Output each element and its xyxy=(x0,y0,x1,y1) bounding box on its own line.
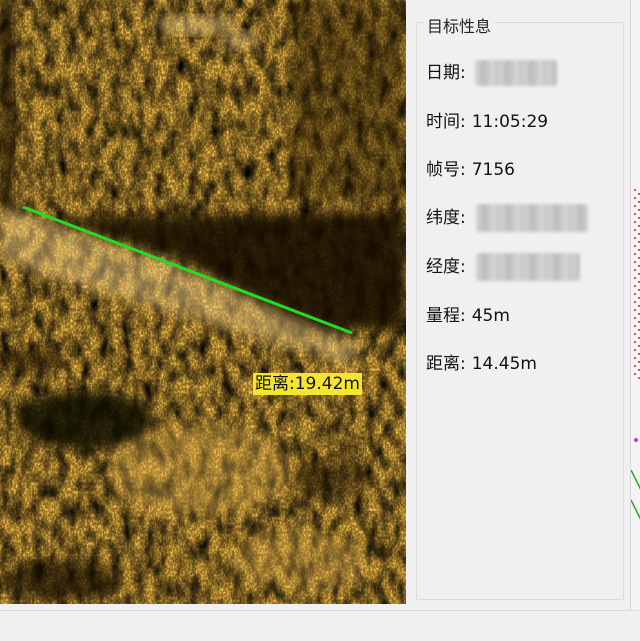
sonar-image-view[interactable]: 距离:19.42m xyxy=(0,0,406,604)
map-view-edge[interactable] xyxy=(630,0,640,610)
status-bar xyxy=(0,610,640,641)
field-longitude: 经度: xyxy=(426,255,466,279)
field-distance-value: 14.45m xyxy=(471,354,537,374)
field-time: 时间: 11:05:29 xyxy=(426,110,548,134)
field-frame-value: 7156 xyxy=(471,160,515,180)
field-date-label: 日期: xyxy=(426,63,466,83)
field-latitude: 纬度: xyxy=(426,206,466,230)
field-frame-label: 帧号: xyxy=(426,160,466,180)
field-range: 量程: 45m xyxy=(426,304,510,328)
field-latitude-label: 纬度: xyxy=(426,208,466,228)
field-distance-label: 距离: xyxy=(426,354,466,374)
target-info-title: 目标性息 xyxy=(424,13,495,37)
field-range-label: 量程: xyxy=(426,306,466,326)
field-distance: 距离: 14.45m xyxy=(426,352,537,376)
target-markers xyxy=(631,189,640,520)
field-latitude-value-redacted xyxy=(476,204,588,232)
field-longitude-label: 经度: xyxy=(426,257,466,277)
field-time-label: 时间: xyxy=(426,112,466,132)
target-info-panel: 目标性息 日期: 时间: 11:05:29 帧号: 7156 纬度: 经度: 量程:… xyxy=(410,0,630,610)
field-date-value-redacted xyxy=(475,60,557,86)
field-time-value: 11:05:29 xyxy=(471,112,549,132)
field-frame: 帧号: 7156 xyxy=(426,158,515,182)
field-range-value: 45m xyxy=(471,306,510,326)
sonar-image xyxy=(0,0,406,604)
field-date: 日期: xyxy=(426,61,466,85)
measure-distance-label: 距离:19.42m xyxy=(253,373,362,395)
field-longitude-value-redacted xyxy=(476,253,580,281)
